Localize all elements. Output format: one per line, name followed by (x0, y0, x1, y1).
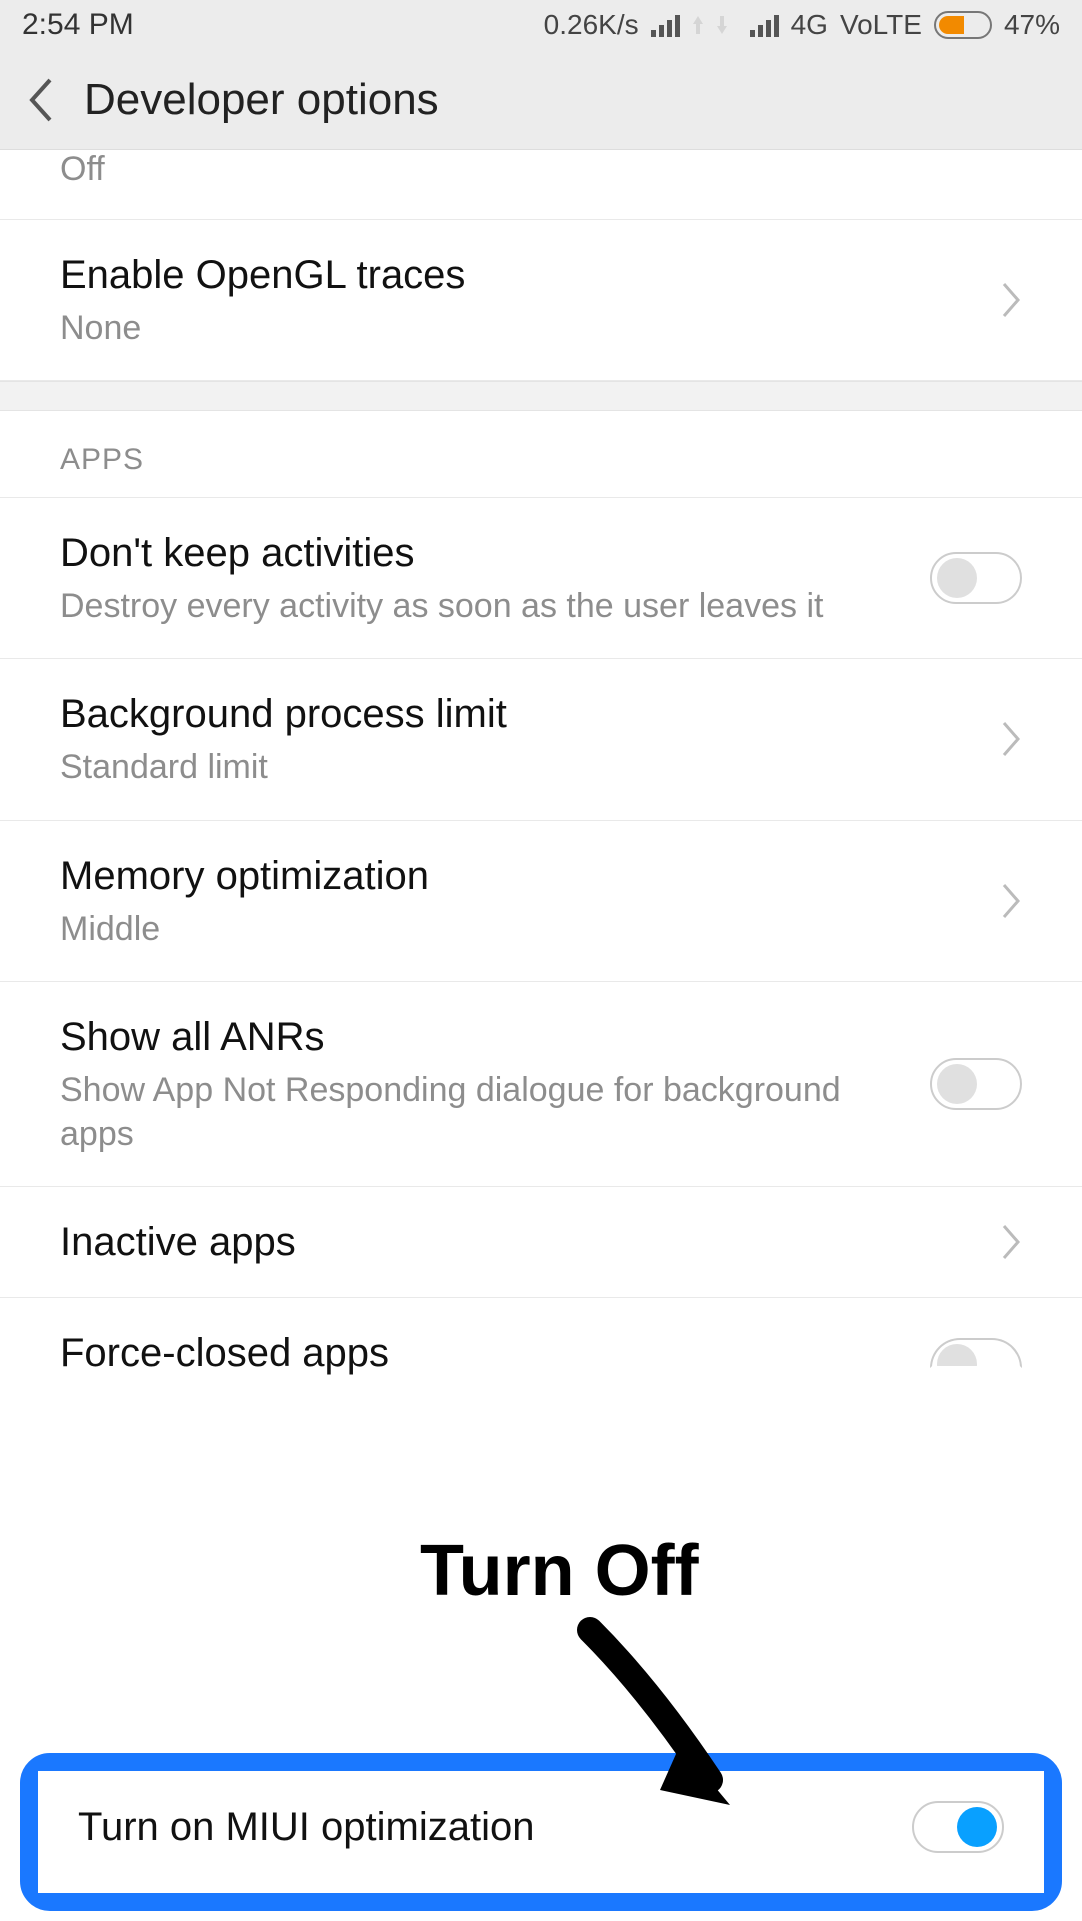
row-partial-top[interactable]: Off (0, 150, 1082, 220)
status-bar: 2:54 PM 0.26K/s 4G VoLTE 47% (0, 0, 1082, 50)
row-sub: Destroy every activity as soon as the us… (60, 584, 910, 628)
row-title: Don't keep activities (60, 528, 910, 578)
app-header: Developer options (0, 50, 1082, 150)
row-title: Turn on MIUI optimization (78, 1805, 534, 1850)
net-volte: VoLTE (840, 9, 922, 41)
data-arrows-icon (692, 12, 738, 38)
toggle-dont-keep-activities[interactable] (930, 552, 1022, 604)
row-bg-process-limit[interactable]: Background process limit Standard limit (0, 659, 1082, 820)
battery-icon (934, 11, 992, 39)
net-4g: 4G (791, 9, 828, 41)
signal-icon (651, 13, 680, 37)
row-dont-keep-activities[interactable]: Don't keep activities Destroy every acti… (0, 498, 1082, 659)
row-sub: None (60, 306, 982, 350)
section-header-apps: APPS (0, 411, 1082, 498)
row-title: Enable OpenGL traces (60, 250, 982, 300)
settings-list[interactable]: Off Enable OpenGL traces None APPS Don't… (0, 150, 1082, 1448)
row-force-closed-apps[interactable]: Force-closed apps (0, 1298, 1082, 1448)
row-show-all-anrs[interactable]: Show all ANRs Show App Not Responding di… (0, 982, 1082, 1187)
back-icon[interactable] (28, 78, 54, 122)
signal2-icon (750, 13, 779, 37)
row-inactive-apps[interactable]: Inactive apps (0, 1187, 1082, 1298)
section-divider (0, 381, 1082, 411)
row-sub: Show App Not Responding dialogue for bac… (60, 1068, 910, 1156)
row-title: Memory optimization (60, 851, 982, 901)
annotation-text: Turn Off (420, 1530, 699, 1612)
row-title: Show all ANRs (60, 1012, 910, 1062)
row-sub: Off (60, 150, 1022, 189)
status-time: 2:54 PM (22, 8, 134, 42)
row-memory-optimization[interactable]: Memory optimization Middle (0, 821, 1082, 982)
toggle-miui-optimization[interactable] (912, 1801, 1004, 1853)
toggle-show-all-anrs[interactable] (930, 1058, 1022, 1110)
chevron-right-icon (1002, 721, 1022, 757)
toggle-force-closed-apps[interactable] (930, 1338, 1022, 1368)
chevron-right-icon (1002, 1224, 1022, 1260)
row-title: Background process limit (60, 689, 982, 739)
chevron-right-icon (1002, 883, 1022, 919)
row-miui-optimization[interactable]: Turn on MIUI optimization (38, 1771, 1044, 1893)
net-speed: 0.26K/s (544, 9, 639, 41)
chevron-right-icon (1002, 282, 1022, 318)
row-sub: Middle (60, 907, 982, 951)
row-sub: Standard limit (60, 745, 982, 789)
status-right: 0.26K/s 4G VoLTE 47% (544, 9, 1060, 41)
page-title: Developer options (84, 75, 439, 125)
battery-pct: 47% (1004, 9, 1060, 41)
row-opengl-traces[interactable]: Enable OpenGL traces None (0, 220, 1082, 381)
annotation-highlight-box: Turn on MIUI optimization (20, 1753, 1062, 1911)
row-title: Force-closed apps (60, 1328, 910, 1378)
row-title: Inactive apps (60, 1217, 982, 1267)
